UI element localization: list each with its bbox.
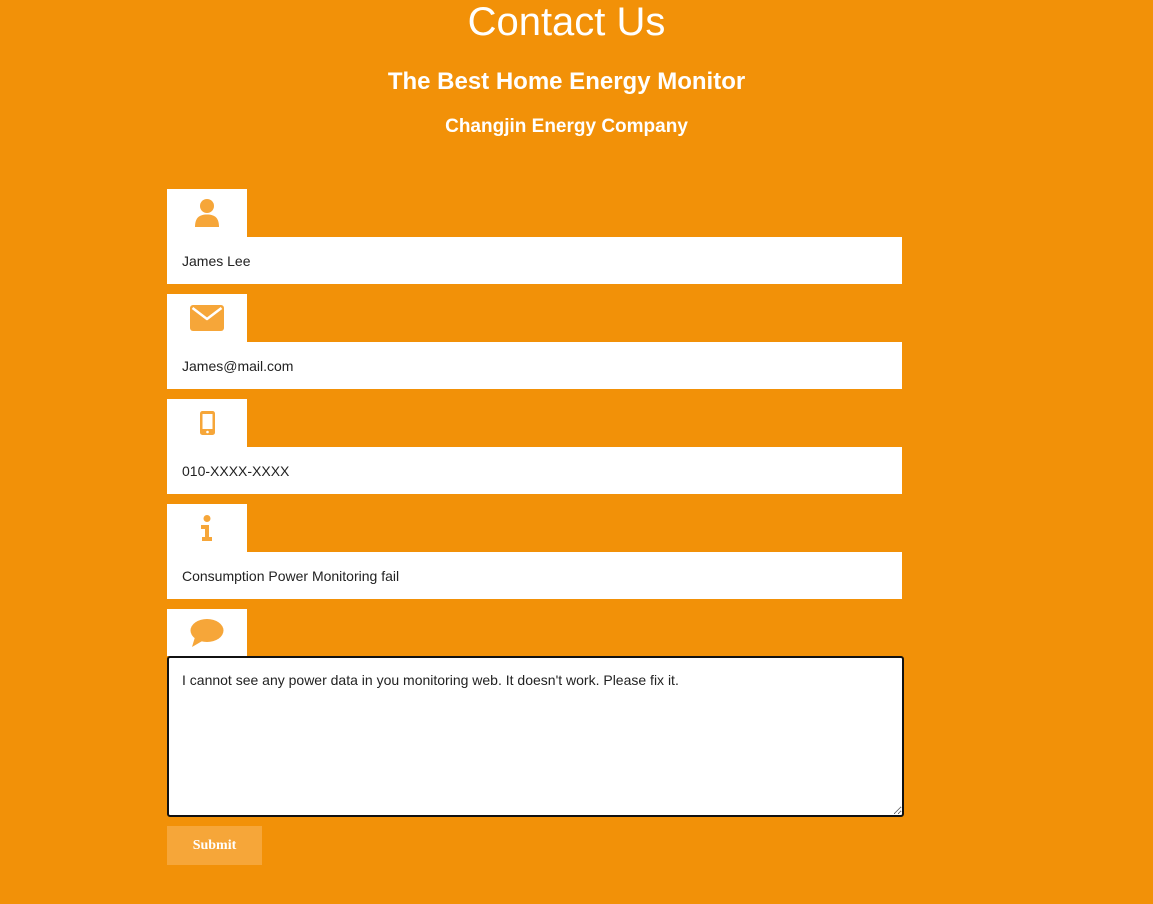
message-field-group: I cannot see any power data in you monit…: [167, 609, 904, 817]
message-icon-tab: [167, 609, 247, 656]
phone-field-group: [167, 399, 902, 494]
phone-input[interactable]: [167, 447, 902, 494]
envelope-icon: [190, 305, 224, 331]
info-icon: [201, 515, 212, 541]
subject-input[interactable]: [167, 552, 902, 599]
subject-icon-tab: [167, 504, 247, 552]
company-name: Changjin Energy Company: [445, 116, 688, 137]
name-icon-tab: [167, 189, 247, 237]
email-field-group: [167, 294, 902, 389]
name-input[interactable]: [167, 237, 902, 284]
comment-icon: [190, 618, 224, 647]
user-icon: [195, 199, 219, 227]
name-field-group: [167, 189, 902, 284]
email-input[interactable]: [167, 342, 902, 389]
subject-field-group: [167, 504, 902, 599]
page-title: Contact Us: [467, 0, 666, 44]
page-subtitle: The Best Home Energy Monitor: [387, 68, 746, 95]
message-textarea[interactable]: I cannot see any power data in you monit…: [167, 656, 904, 817]
mobile-phone-icon: [199, 411, 215, 435]
email-icon-tab: [167, 294, 247, 342]
submit-button[interactable]: Submit: [167, 826, 262, 865]
phone-icon-tab: [167, 399, 247, 447]
